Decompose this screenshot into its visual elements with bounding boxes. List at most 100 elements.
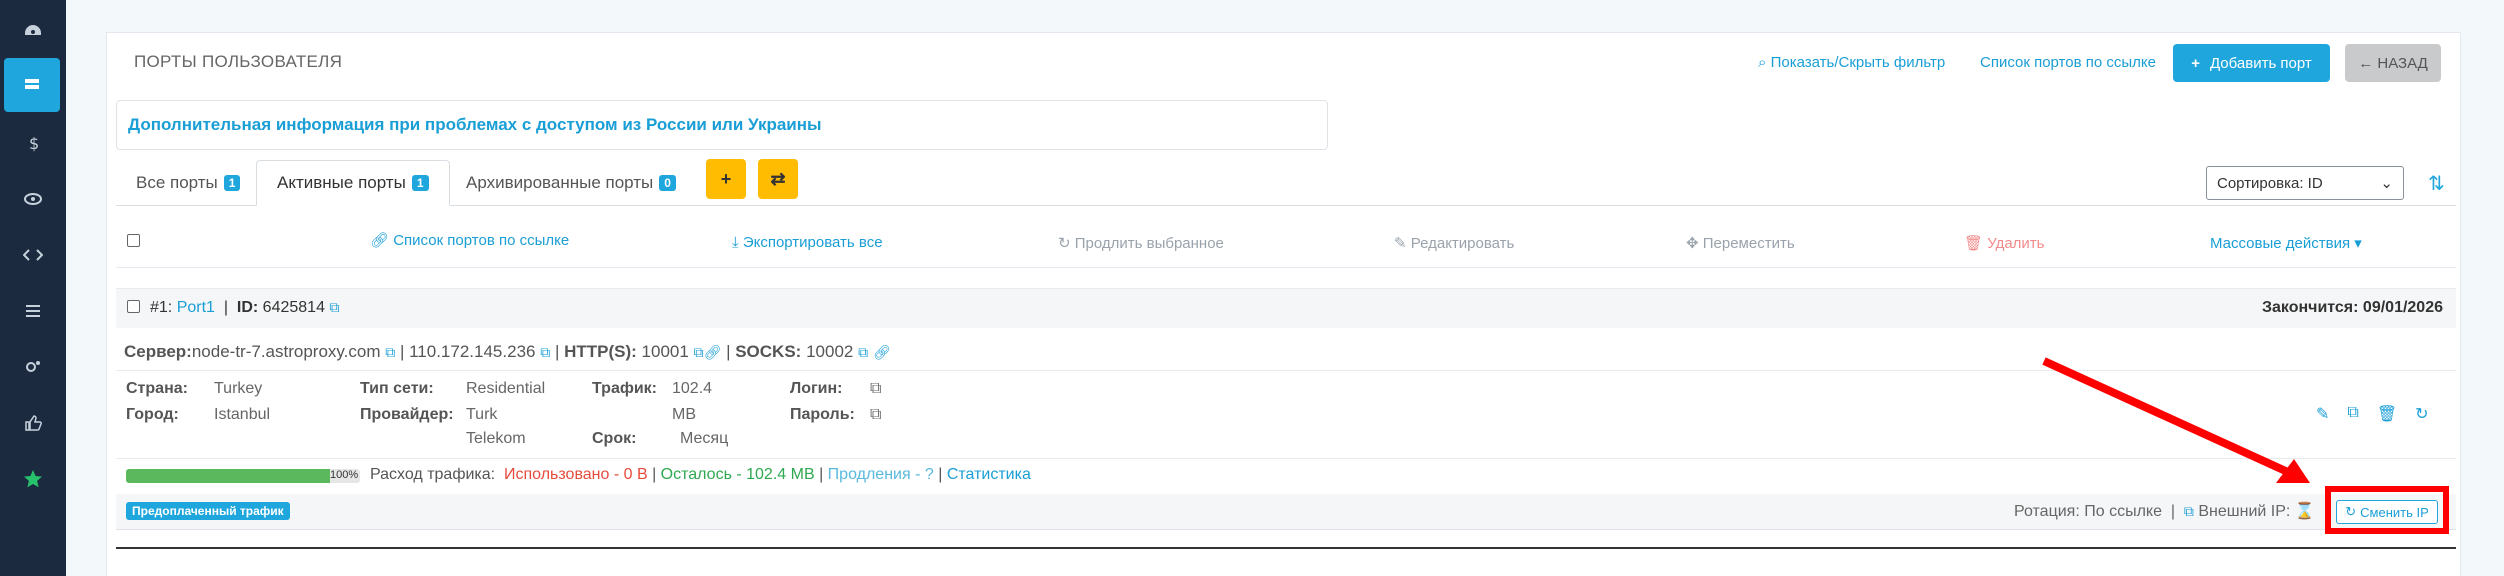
tab-active-ports-label: Активные порты	[277, 173, 406, 192]
server-ip: 110.172.145.236	[409, 342, 536, 361]
code-icon[interactable]	[0, 228, 66, 282]
traffic-used: Использовано - 0 B	[504, 466, 648, 483]
copy-icon[interactable]: ⧉	[694, 344, 704, 360]
copy-icon[interactable]: ⧉	[540, 344, 550, 360]
question-icon[interactable]: ?	[925, 466, 934, 483]
list-icon[interactable]	[0, 284, 66, 338]
port-checkbox[interactable]	[127, 300, 140, 313]
move-icon: ✥	[1686, 235, 1699, 252]
move-label: Переместить	[1702, 235, 1795, 252]
country-value: Turkey	[214, 380, 263, 397]
copy-icon[interactable]: ⧉	[858, 344, 868, 360]
tab-all-ports[interactable]: Все порты 1	[136, 160, 241, 206]
rotation-value: Ротация: По ссылке	[2014, 503, 2162, 520]
link-icon[interactable]: 🔗︎	[704, 344, 722, 360]
move-action[interactable]: ✥ Переместить	[1686, 234, 1795, 252]
mass-actions-label: Массовые действия	[2210, 235, 2351, 252]
extend-selected-action[interactable]: ↻ Продлить выбранное	[1058, 234, 1224, 252]
extensions-label: Продления -	[827, 466, 921, 483]
provider-value-line2: Telekom	[466, 430, 526, 447]
export-all-action[interactable]: ⤓ Экспортировать все	[732, 234, 883, 251]
tab-active-ports-count: 1	[411, 175, 429, 191]
servers-icon[interactable]	[4, 58, 60, 112]
tab-all-ports-label: Все порты	[136, 173, 218, 192]
copy-icon[interactable]: ⧉	[329, 299, 339, 315]
link-icon[interactable]: 🔗︎	[873, 344, 891, 360]
refresh-quick-button[interactable]: ⇄	[758, 159, 798, 199]
city-label: Город:	[126, 406, 179, 423]
tab-archived-ports[interactable]: Архивированные порты 0	[466, 160, 676, 206]
ports-by-link-link[interactable]: Список портов по ссылке	[1980, 54, 2156, 71]
port-title: #1: Port1 | ID: 6425814 ⧉	[150, 299, 340, 316]
refresh-icon[interactable]: ↻	[2415, 404, 2428, 424]
plus-icon: +	[2191, 54, 2200, 72]
page-title: ПОРТЫ ПОЛЬЗОВАТЕЛЯ	[134, 52, 343, 71]
plus-icon: +	[720, 168, 732, 189]
tab-archived-ports-count: 0	[659, 175, 676, 191]
copy-icon[interactable]: ⧉	[870, 380, 881, 398]
mass-actions-dropdown[interactable]: Массовые действия ▾	[2210, 234, 2362, 252]
sort-order-icon[interactable]: ⇅	[2428, 171, 2445, 196]
refresh-icon: ⇄	[770, 168, 786, 189]
svg-text:$: $	[29, 134, 39, 153]
trash-icon[interactable]: 🗑︎	[2377, 404, 2397, 424]
search-icon: ⌕	[1758, 54, 1767, 71]
prepaid-traffic-badge: Предоплаченный трафик	[126, 502, 290, 520]
net-type-value: Residential	[466, 380, 546, 397]
copy-icon[interactable]: ⧉	[385, 344, 395, 360]
toggle-filter-link[interactable]: ⌕ Показать/Скрыть фильтр	[1758, 54, 1945, 71]
sort-select-value: Сортировка: ID	[2217, 174, 2323, 192]
traffic-usage-label: Расход трафика:	[370, 466, 496, 483]
eye-icon[interactable]	[0, 172, 66, 226]
caret-down-icon: ▾	[2354, 235, 2362, 252]
tab-all-ports-count: 1	[223, 175, 241, 191]
delete-action[interactable]: 🗑︎ Удалить	[1964, 234, 2045, 252]
bottom-divider	[116, 547, 2456, 549]
chevron-down-icon: ⌄	[2380, 175, 2393, 192]
port-id-label: ID:	[236, 299, 259, 316]
port-expiry-date: 09/01/2026	[2362, 299, 2443, 316]
term-value: Месяц	[680, 430, 729, 447]
copy-icon[interactable]: ⧉	[870, 406, 881, 424]
thumbs-up-icon[interactable]	[0, 396, 66, 450]
clone-icon[interactable]: ⧉	[2347, 404, 2358, 424]
port-row-actions: ✎ ⧉ 🗑︎ ↻	[2316, 404, 2429, 424]
server-info: Сервер:node-tr-7.astroproxy.com ⧉ | 110.…	[124, 342, 891, 361]
port-id: 6425814	[262, 299, 325, 316]
add-port-label: Добавить порт	[2209, 54, 2312, 72]
ports-by-link-action-label: Список портов по ссылке	[393, 232, 570, 249]
settings-icon[interactable]	[0, 340, 66, 394]
dollar-icon[interactable]: $	[0, 116, 66, 170]
select-all-checkbox[interactable]	[127, 234, 140, 247]
add-port-button[interactable]: + Добавить порт	[2173, 44, 2330, 82]
provider-value-line1: Turk	[466, 406, 498, 423]
add-quick-button[interactable]: +	[706, 159, 746, 199]
traffic-progress-text: 100%	[330, 469, 359, 481]
highlight-arrow	[2042, 357, 2310, 483]
dashboard-icon[interactable]	[0, 2, 66, 56]
traffic-label: Трафик:	[592, 380, 658, 397]
socks-label: SOCKS:	[735, 342, 802, 361]
info-link[interactable]: Дополнительная информация при проблемах …	[128, 115, 822, 135]
toggle-filter-label: Показать/Скрыть фильтр	[1770, 54, 1946, 71]
ports-by-link-action[interactable]: 🔗︎ Список портов по ссылке	[370, 231, 569, 249]
link-icon: 🔗︎	[370, 232, 390, 249]
tab-active-ports[interactable]: Активные порты 1	[256, 160, 450, 206]
net-type-label: Тип сети:	[360, 380, 434, 397]
http-port: 10001	[641, 342, 689, 361]
traffic-left: Осталось - 102.4 MB	[660, 466, 815, 483]
edit-action[interactable]: ✎ Редактировать	[1394, 234, 1514, 252]
statistics-link[interactable]: Статистика	[947, 466, 1031, 483]
edit-label: Редактировать	[1410, 235, 1515, 252]
back-button[interactable]: ← НАЗАД	[2345, 44, 2441, 82]
copy-icon[interactable]: ⧉	[2184, 503, 2194, 519]
download-icon: ⤓	[732, 234, 739, 251]
traffic-value-line2: MB	[672, 406, 696, 423]
star-icon[interactable]	[0, 452, 66, 506]
provider-label: Провайдер:	[360, 406, 454, 423]
external-ip-label: Внешний IP:	[2198, 503, 2291, 520]
port-name-link[interactable]: Port1	[177, 299, 215, 316]
sort-select[interactable]: Сортировка: ID ⌄	[2206, 166, 2404, 200]
tab-archived-ports-label: Архивированные порты	[466, 173, 654, 192]
socks-port: 10002	[806, 342, 854, 361]
